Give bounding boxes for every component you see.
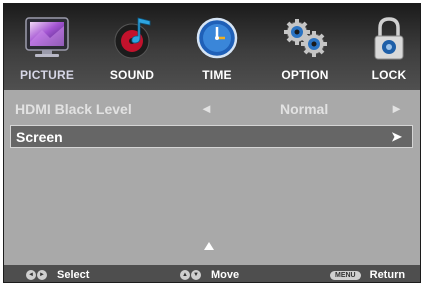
move-hint-label: Move — [211, 269, 240, 281]
tab-picture-label: PICTURE — [19, 68, 75, 82]
music-icon — [114, 17, 151, 59]
tab-lock-label: LOCK — [371, 68, 407, 82]
right-arrow-icon[interactable]: ► — [390, 101, 403, 116]
left-key-icon: ◄ — [26, 270, 36, 280]
tab-option[interactable]: OPTION — [264, 4, 346, 90]
return-hint: MENU Return — [330, 269, 405, 281]
screen-row[interactable]: Screen ➤ — [10, 125, 413, 148]
hdmi-black-level-label: HDMI Black Level — [15, 101, 132, 117]
monitor-icon — [25, 17, 69, 57]
select-hint-label: Select — [57, 269, 90, 281]
tab-option-label: OPTION — [281, 68, 329, 82]
down-key-icon: ▼ — [191, 270, 201, 280]
gears-icon — [284, 19, 327, 57]
select-hint: ◄ ► Select — [26, 269, 89, 281]
menu-key-icon: MENU — [330, 270, 361, 280]
scroll-up-arrow-icon[interactable] — [204, 242, 214, 250]
tab-time[interactable]: TIME — [176, 4, 258, 90]
screen-label: Screen — [16, 129, 63, 145]
hdmi-black-level-value: Normal — [280, 101, 329, 117]
footer-hints: ◄ ► Select ▲ ▼ Move MENU Return — [4, 265, 420, 282]
hdmi-black-level-row[interactable]: HDMI Black Level ◄ Normal ► — [10, 97, 413, 120]
submenu-arrow-icon: ➤ — [391, 129, 402, 144]
clock-icon — [196, 17, 238, 59]
left-arrow-icon[interactable]: ◄ — [200, 101, 213, 116]
padlock-icon — [374, 17, 404, 60]
up-key-icon: ▲ — [180, 270, 190, 280]
right-key-icon: ► — [37, 270, 47, 280]
tab-time-label: TIME — [202, 68, 232, 82]
tab-picture[interactable]: PICTURE — [6, 4, 88, 90]
tab-bar: PICTURE SOUND TIME OPTION LOCK — [4, 4, 420, 90]
tab-lock[interactable]: LOCK — [348, 4, 420, 90]
menu-frame: PICTURE SOUND TIME OPTION LOCK HDMI Blac… — [3, 3, 421, 283]
move-hint: ▲ ▼ Move — [180, 269, 239, 281]
menu-panel: HDMI Black Level ◄ Normal ► Screen ➤ — [4, 90, 420, 265]
tab-sound-label: SOUND — [109, 68, 155, 82]
return-hint-label: Return — [369, 269, 406, 281]
tab-sound[interactable]: SOUND — [91, 4, 173, 90]
